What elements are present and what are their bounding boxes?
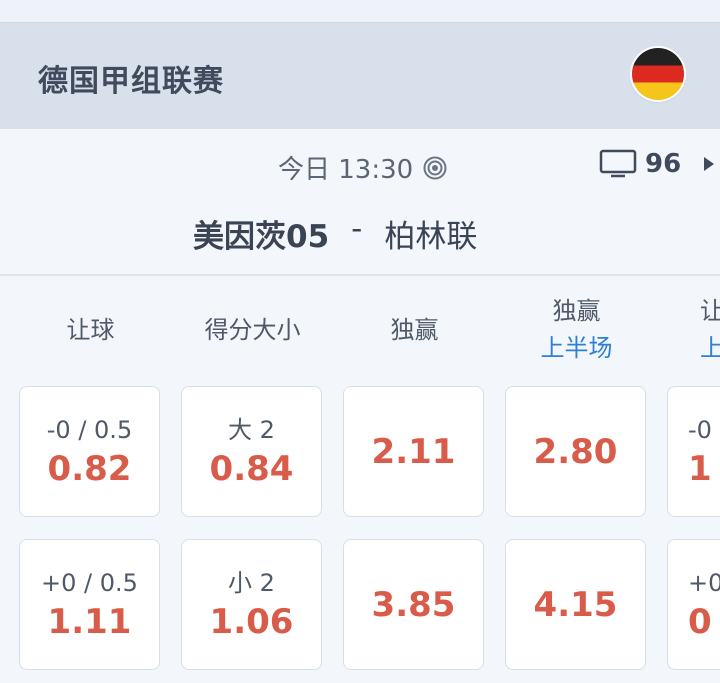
column-title: 让 — [700, 297, 720, 325]
team-separator: - — [351, 211, 363, 247]
odds-cell-under[interactable]: 小 2 1.06 — [181, 539, 322, 670]
odds-value: 1 — [688, 448, 712, 489]
match-card[interactable]: 今日 13:30 96 美因茨05 - 柏林联 让球 得分大小 独赢 独赢 上半… — [0, 129, 720, 683]
odds-cell-moneyline-away[interactable]: 3.85 — [343, 539, 484, 670]
column-header-moneyline-first-half: 独赢 上半场 — [506, 292, 647, 362]
match-time-row: 今日 13:30 — [278, 149, 447, 186]
odds-value: 3.85 — [371, 584, 456, 625]
odds-cell-moneyline-home[interactable]: 2.11 — [343, 386, 484, 517]
odds-cell-first-half-handicap-home[interactable]: -0 1 — [667, 386, 720, 517]
germany-flag-icon — [632, 48, 684, 100]
markets-count: 96 — [645, 149, 682, 179]
live-broadcast-icon — [423, 156, 447, 179]
odds-value: 2.11 — [371, 431, 456, 472]
tv-icon — [599, 149, 637, 178]
chevron-right-icon — [704, 157, 715, 171]
odds-cell-first-half-away[interactable]: 4.15 — [505, 539, 646, 670]
handicap-line: -0 — [688, 415, 712, 444]
odds-cell-first-half-home[interactable]: 2.80 — [505, 386, 646, 517]
column-title: 让球 — [66, 315, 115, 344]
odds-cell-first-half-handicap-away[interactable]: +0 0 — [667, 539, 720, 670]
league-name: 德国甲组联赛 — [38, 64, 224, 99]
tv-markets[interactable]: 96 — [599, 149, 715, 179]
column-header-over-under: 得分大小 — [182, 292, 323, 362]
odds-value: 2.80 — [533, 431, 618, 472]
total-line: 大 2 — [228, 415, 275, 444]
column-subtitle: 上半场 — [540, 334, 613, 362]
column-title: 独赢 — [390, 315, 439, 344]
column-header-handicap: 让球 — [20, 292, 161, 362]
top-strip — [0, 0, 720, 22]
column-header-handicap-first-half: 让 上 — [700, 292, 720, 362]
home-team: 美因茨05 — [193, 219, 330, 255]
away-team: 柏林联 — [384, 219, 478, 255]
match-time: 今日 13:30 — [278, 155, 414, 185]
teams-row: 美因茨05 - 柏林联 — [0, 211, 720, 256]
column-subtitle: 上 — [700, 334, 720, 362]
odds-cell-handicap-away[interactable]: +0 / 0.5 1.11 — [19, 539, 160, 670]
handicap-line: +0 / 0.5 — [41, 568, 138, 597]
odds-value: 0.82 — [47, 448, 132, 489]
odds-cell-handicap-home[interactable]: -0 / 0.5 0.82 — [19, 386, 160, 517]
odds-value: 1.06 — [209, 601, 294, 642]
divider — [0, 274, 720, 276]
total-line: 小 2 — [228, 568, 275, 597]
odds-value: 4.15 — [533, 584, 618, 625]
column-title: 得分大小 — [204, 315, 301, 344]
handicap-line: -0 / 0.5 — [46, 415, 133, 444]
odds-value: 1.11 — [47, 601, 132, 642]
league-header[interactable]: 德国甲组联赛 — [0, 22, 720, 130]
column-title: 独赢 — [552, 297, 601, 325]
column-header-moneyline: 独赢 — [344, 292, 485, 362]
odds-value: 0 — [688, 601, 712, 642]
odds-cell-over[interactable]: 大 2 0.84 — [181, 386, 322, 517]
odds-value: 0.84 — [209, 448, 294, 489]
handicap-line: +0 — [688, 568, 720, 597]
